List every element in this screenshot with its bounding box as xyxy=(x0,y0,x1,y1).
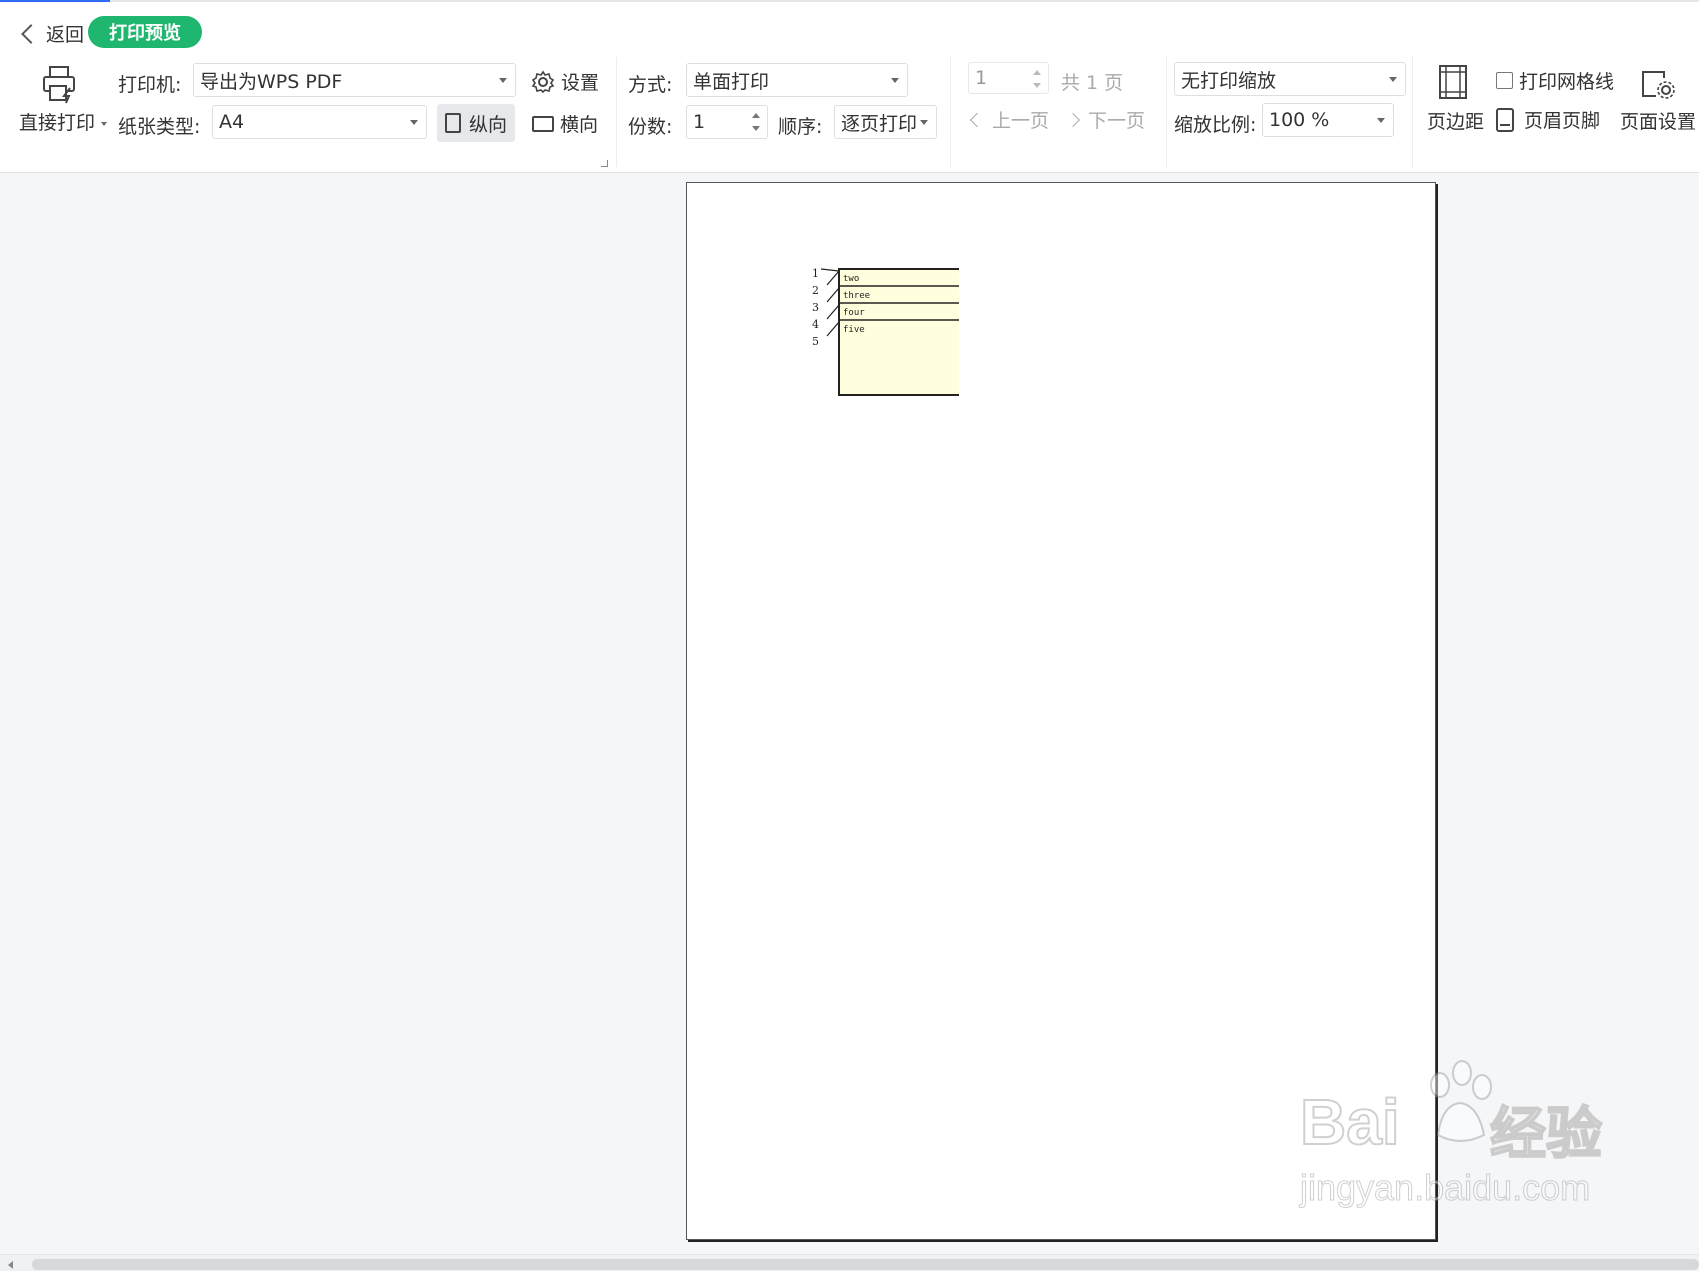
portrait-page-icon xyxy=(444,113,461,133)
baidu-watermark: Bai 经验 jingyan.baidu.com xyxy=(1299,1060,1620,1235)
watermark-brand: Bai xyxy=(1299,1085,1401,1159)
scale-mode-select[interactable]: 无打印缩放 xyxy=(1174,62,1406,96)
print-gridlines-checkbox[interactable]: 打印网格线 xyxy=(1496,67,1614,94)
order-label: 顺序: xyxy=(778,116,823,138)
watermark-url: jingyan.baidu.com xyxy=(1299,1167,1591,1209)
row-number: 2 xyxy=(812,284,819,297)
cell-text: three xyxy=(843,291,870,301)
header-footer-label: 页眉页脚 xyxy=(1524,110,1601,132)
print-preview-pill: 打印预览 xyxy=(88,16,202,48)
scroll-left-arrow-icon[interactable] xyxy=(8,1261,13,1269)
chevron-right-icon xyxy=(1065,112,1081,127)
paper-type-select[interactable]: A4 xyxy=(212,105,427,139)
margins-label: 页边距 xyxy=(1427,111,1485,133)
dropdown-arrow-icon xyxy=(1389,77,1397,82)
scale-ratio-value: 100 % xyxy=(1269,109,1330,131)
page-setup-icon xyxy=(1642,71,1675,99)
header-footer-button[interactable]: 页眉页脚 xyxy=(1496,106,1600,133)
cell-text: four xyxy=(843,308,865,318)
dropdown-arrow-icon xyxy=(410,120,418,125)
group-divider xyxy=(950,57,951,167)
paper-type-label: 纸张类型: xyxy=(118,116,201,138)
printer-settings-button[interactable]: 设置 xyxy=(531,68,599,95)
scale-label: 缩放比例: xyxy=(1174,114,1257,136)
landscape-button[interactable]: 横向 xyxy=(532,110,598,137)
print-mode-select[interactable]: 单面打印 xyxy=(686,63,908,97)
paw-icon xyxy=(1430,1060,1492,1142)
watermark-brand-cn: 经验 xyxy=(1489,1101,1603,1168)
next-page-label: 下一页 xyxy=(1088,110,1146,132)
print-gridlines-label: 打印网格线 xyxy=(1519,71,1615,93)
scale-ratio-select[interactable]: 100 % xyxy=(1262,103,1394,137)
scale-mode-value: 无打印缩放 xyxy=(1181,69,1277,92)
page-number-stepper[interactable]: 1 xyxy=(968,62,1049,94)
margins-icon xyxy=(1439,65,1467,99)
group-divider xyxy=(1166,57,1167,167)
portrait-label: 纵向 xyxy=(468,113,507,136)
landscape-page-icon xyxy=(532,115,554,132)
expand-group-icon[interactable] xyxy=(601,160,608,167)
direct-print-label: 直接打印 xyxy=(19,112,96,134)
page-number-value: 1 xyxy=(975,67,988,89)
print-order-select[interactable]: 逐页打印 xyxy=(834,105,937,139)
back-label: 返回 xyxy=(46,24,85,46)
checkbox-box[interactable] xyxy=(1496,72,1513,89)
gear-icon xyxy=(531,70,555,93)
dropdown-arrow-icon xyxy=(920,120,928,125)
page-setup-label: 页面设置 xyxy=(1620,111,1697,133)
printer-value: 导出为WPS PDF xyxy=(200,70,343,93)
row-numbers: 1 2 3 4 5 xyxy=(812,267,819,348)
total-pages: 共 1 页 xyxy=(1061,72,1124,94)
preview-page: 1 2 3 4 5 two three four five xyxy=(686,182,1436,1240)
copies-value: 1 xyxy=(693,111,706,133)
back-button[interactable]: 返回 xyxy=(20,20,84,47)
print-toolbar: 返回 打印预览 直接打印 打印机: 导出为WPS PDF 设置 纸张类型: A4 xyxy=(0,2,1699,173)
row-number: 1 xyxy=(812,267,819,280)
group-divider xyxy=(1412,57,1413,167)
printer-label: 打印机: xyxy=(118,74,182,96)
printer-select[interactable]: 导出为WPS PDF xyxy=(193,63,516,97)
margins-button[interactable]: 页边距 xyxy=(1424,62,1484,134)
dropdown-caret-icon xyxy=(101,121,108,126)
settings-label: 设置 xyxy=(561,72,600,94)
copies-stepper[interactable]: 1 xyxy=(686,105,768,139)
copies-label: 份数: xyxy=(628,116,673,138)
dropdown-arrow-icon xyxy=(1377,118,1385,123)
arrow-connectors xyxy=(820,268,840,337)
direct-print-button[interactable]: 直接打印 xyxy=(16,62,108,134)
prev-page-label: 上一页 xyxy=(992,110,1050,132)
portrait-button[interactable]: 纵向 xyxy=(437,104,515,142)
cell-text: two xyxy=(843,274,859,284)
stepper-arrows-icon[interactable] xyxy=(1032,67,1042,91)
row-number: 4 xyxy=(812,318,819,331)
page-setup-button[interactable]: 页面设置 xyxy=(1616,62,1696,134)
paper-type-value: A4 xyxy=(219,111,245,133)
stepper-arrows-icon[interactable] xyxy=(751,110,761,134)
prev-page-button[interactable]: 上一页 xyxy=(969,106,1050,133)
table-preview: 1 2 3 4 5 two three four five xyxy=(812,267,959,396)
dropdown-arrow-icon xyxy=(499,78,507,83)
row-number: 3 xyxy=(812,301,819,314)
print-order-value: 逐页打印 xyxy=(841,112,918,135)
row-number: 5 xyxy=(812,335,819,348)
scrollbar-thumb[interactable] xyxy=(32,1259,1699,1270)
printer-icon xyxy=(43,66,75,104)
group-divider xyxy=(616,57,617,167)
header-footer-icon xyxy=(1496,107,1514,132)
cell-text: five xyxy=(843,325,865,335)
print-mode-value: 单面打印 xyxy=(693,70,770,93)
landscape-label: 横向 xyxy=(560,114,599,136)
dropdown-arrow-icon xyxy=(891,78,899,83)
chevron-left-icon xyxy=(969,112,985,127)
next-page-button[interactable]: 下一页 xyxy=(1065,106,1146,133)
chevron-left-icon xyxy=(21,23,41,44)
mode-label: 方式: xyxy=(628,74,673,96)
